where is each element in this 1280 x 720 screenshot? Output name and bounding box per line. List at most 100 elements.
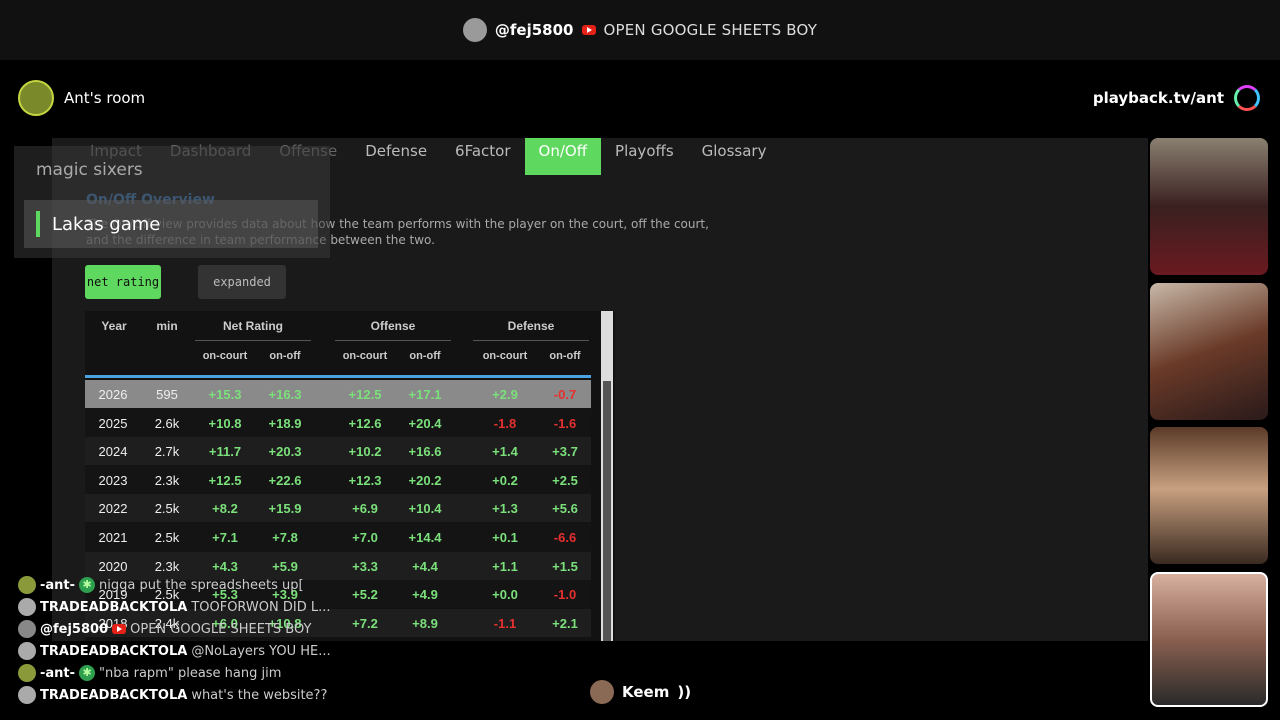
badge-icon: ✱ bbox=[79, 665, 96, 681]
chat-message: @fej5800 OPEN GOOGLE SHEETS BOY bbox=[18, 618, 338, 640]
camera-feed-active[interactable] bbox=[1150, 572, 1268, 707]
cell-value: +7.1 bbox=[212, 530, 238, 545]
cell-value: -1.0 bbox=[553, 587, 577, 603]
chat-avatar bbox=[18, 664, 36, 682]
cell-value: -1.6 bbox=[553, 415, 577, 431]
cell-value: +7.2 bbox=[352, 615, 378, 631]
cell-value: +3.3 bbox=[352, 558, 378, 574]
cell-value: +8.2 bbox=[212, 501, 238, 517]
tab-onoff[interactable]: On/Off bbox=[524, 138, 602, 175]
cell-value: +7.0 bbox=[352, 530, 378, 545]
cell-value: +10.8 bbox=[208, 415, 242, 431]
col-defense: Defense bbox=[507, 319, 555, 333]
cell-value: +2.5 bbox=[552, 472, 578, 488]
menu-item-magic-sixers[interactable]: magic sixers bbox=[36, 160, 143, 180]
col-min: min bbox=[156, 319, 178, 333]
camera-feed[interactable] bbox=[1150, 427, 1268, 564]
room-name: Ant's room bbox=[64, 89, 146, 107]
sub-oncourt: on-court bbox=[202, 350, 248, 362]
chat-message: -ant- ✱ "nba rapm" please hang jim bbox=[18, 662, 338, 684]
stream-view: @fej5800 OPEN GOOGLE SHEETS BOY Ant's ro… bbox=[0, 0, 1280, 720]
cell-value: -6.6 bbox=[553, 530, 577, 545]
cell-min: 2.7k bbox=[154, 444, 180, 460]
menu-item-label: Lakas game bbox=[52, 213, 161, 235]
cell-min: 2.3k bbox=[154, 558, 180, 574]
chat-message: TRADEADBACKTOLA what's the website?? bbox=[18, 684, 338, 706]
net-rating-button[interactable]: net rating bbox=[85, 265, 161, 299]
cell-min: 595 bbox=[156, 387, 178, 402]
cell-value: -1.1 bbox=[493, 615, 517, 631]
cell-value: +11.7 bbox=[208, 444, 242, 460]
chat-message: TRADEADBACKTOLA @NoLayers YOU HE... bbox=[18, 640, 338, 662]
cell-value: +1.1 bbox=[492, 558, 518, 574]
cell-value: +3.7 bbox=[552, 444, 578, 460]
cell-value: +5.2 bbox=[352, 587, 378, 603]
site-link[interactable]: playback.tv/ant bbox=[1093, 78, 1260, 118]
youtube-icon bbox=[112, 624, 127, 634]
room-label[interactable]: Ant's room bbox=[18, 78, 145, 118]
table-scrollbar[interactable] bbox=[601, 311, 613, 641]
tab-defense[interactable]: Defense bbox=[351, 138, 441, 175]
chat-text: @NoLayers YOU HE... bbox=[191, 643, 331, 659]
chat-avatar bbox=[18, 598, 36, 616]
cell-value: +14.4 bbox=[408, 530, 442, 545]
camera-feed[interactable] bbox=[1150, 283, 1268, 420]
youtube-icon bbox=[581, 25, 596, 35]
top-chat-banner: @fej5800 OPEN GOOGLE SHEETS BOY bbox=[0, 0, 1280, 60]
cell-year: 2021 bbox=[98, 530, 128, 545]
chat-username: TRADEADBACKTOLA bbox=[40, 599, 188, 615]
cell-year: 2020 bbox=[98, 558, 128, 574]
sub-onoff: on-off bbox=[549, 350, 581, 362]
scrollbar-thumb[interactable] bbox=[603, 381, 611, 641]
table-row: 2026 595 +15.3 +16.3 +12.5 +17.1 +2.9 -0.7 bbox=[85, 380, 591, 408]
playback-logo-icon bbox=[1234, 85, 1260, 111]
chat-message: -ant- ✱ nigga put the spreadsheets up[ bbox=[18, 574, 338, 596]
cell-value: +20.3 bbox=[268, 444, 302, 460]
chat-message: TRADEADBACKTOLA TOOFORWON DID L... bbox=[18, 596, 338, 618]
cell-value: -0.7 bbox=[553, 387, 577, 402]
chat-text: OPEN GOOGLE SHEETS BOY bbox=[130, 621, 312, 637]
divider bbox=[195, 340, 311, 341]
room-avatar bbox=[18, 80, 54, 116]
table-row: 2021 2.5k +7.1 +7.8 +7.0 +14.4 +0.1 -6.6 bbox=[85, 523, 591, 551]
header-separator bbox=[85, 375, 591, 378]
speaker-name: Keem bbox=[622, 683, 670, 701]
cell-value: +5.9 bbox=[272, 558, 298, 574]
expanded-button[interactable]: expanded bbox=[198, 265, 286, 299]
tab-playoffs[interactable]: Playoffs bbox=[601, 138, 688, 175]
sub-oncourt: on-court bbox=[342, 350, 388, 362]
menu-item-lakas-game[interactable]: Lakas game bbox=[24, 200, 318, 248]
banner-message: OPEN GOOGLE SHEETS BOY bbox=[603, 21, 818, 39]
cell-value: +12.3 bbox=[348, 472, 382, 488]
chat-username: -ant- bbox=[40, 665, 76, 681]
tab-6factor[interactable]: 6Factor bbox=[441, 138, 524, 175]
cell-value: +18.9 bbox=[268, 415, 302, 431]
sub-onoff: on-off bbox=[409, 350, 441, 362]
cell-year: 2023 bbox=[98, 472, 128, 488]
col-year: Year bbox=[101, 319, 127, 333]
cell-value: +1.3 bbox=[492, 501, 518, 517]
cell-value: +16.6 bbox=[408, 444, 442, 460]
table-row: 2025 2.6k +10.8 +18.9 +12.6 +20.4 -1.8 -1.6 bbox=[85, 408, 591, 437]
chat-avatar bbox=[18, 642, 36, 660]
table-row: 2024 2.7k +11.7 +20.3 +10.2 +16.6 +1.4 +3.7 bbox=[85, 437, 591, 466]
site-url: playback.tv/ant bbox=[1092, 89, 1224, 107]
cell-value: +2.9 bbox=[492, 387, 518, 402]
chat-username: -ant- bbox=[40, 577, 76, 593]
divider bbox=[473, 340, 589, 341]
cell-year: 2025 bbox=[98, 415, 128, 431]
chat-avatar bbox=[18, 686, 36, 704]
audio-wave-icon: )) bbox=[677, 683, 692, 701]
cell-value: +2.1 bbox=[552, 615, 578, 631]
tab-glossary[interactable]: Glossary bbox=[688, 138, 781, 175]
table-row: 2023 2.3k +12.5 +22.6 +12.3 +20.2 +0.2 +2.5 bbox=[85, 465, 591, 494]
cell-value: +20.4 bbox=[408, 415, 442, 431]
banner-username: @fej5800 bbox=[494, 21, 574, 39]
cell-value: +6.9 bbox=[352, 501, 378, 517]
speaker-avatar bbox=[590, 680, 614, 704]
cell-value: +4.3 bbox=[212, 558, 238, 574]
cell-value: +4.9 bbox=[412, 587, 438, 603]
cell-value: +0.0 bbox=[492, 587, 518, 603]
camera-feed[interactable] bbox=[1150, 138, 1268, 275]
chat-text: nigga put the spreadsheets up[ bbox=[99, 577, 304, 593]
